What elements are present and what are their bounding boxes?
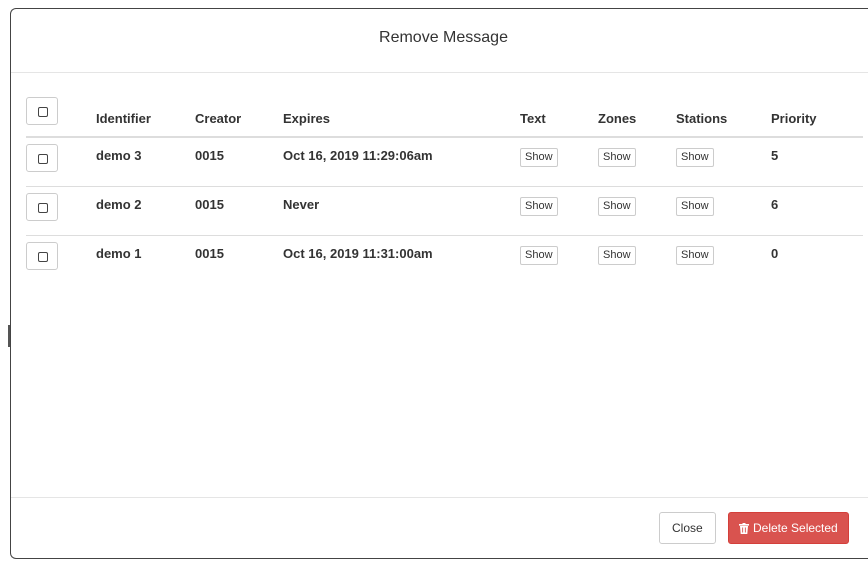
row-select-cell: [26, 186, 96, 236]
close-button[interactable]: Close: [659, 512, 716, 544]
select-all-checkbox[interactable]: [26, 97, 58, 125]
header-select-cell: [26, 91, 96, 138]
cell-priority: 5: [771, 137, 863, 187]
table-row: demo 2 0015 Never Show Show Show 6: [26, 186, 863, 236]
row-checkbox[interactable]: [26, 144, 58, 172]
column-header-zones[interactable]: Zones: [598, 91, 676, 138]
cell-zones: Show: [598, 186, 676, 236]
modal-title: Remove Message: [379, 28, 508, 46]
show-stations-button[interactable]: Show: [676, 196, 714, 216]
cell-identifier: demo 1: [96, 245, 142, 261]
column-header-identifier[interactable]: Identifier: [96, 91, 195, 138]
cell-zones: Show: [598, 235, 676, 284]
row-select-cell: [26, 235, 96, 284]
column-header-stations[interactable]: Stations: [676, 91, 771, 138]
show-zones-button[interactable]: Show: [598, 148, 636, 167]
cell-zones: Show: [598, 137, 676, 187]
cell-identifier: demo 2: [96, 186, 195, 236]
cell-priority: 6: [771, 186, 863, 236]
checkbox-icon: [38, 107, 48, 117]
modal-body: Identifier Creator Expires Text Zones St…: [11, 73, 868, 497]
cell-text: Show: [520, 186, 598, 236]
cell-stations: Show: [676, 137, 771, 187]
cell-priority: 0: [771, 245, 779, 261]
column-header-expires[interactable]: Expires: [283, 91, 520, 138]
show-text-button[interactable]: Show: [520, 196, 558, 216]
row-select-cell: [26, 137, 96, 187]
cell-identifier: demo 3: [96, 137, 195, 187]
table-header-row: Identifier Creator Expires Text Zones St…: [26, 91, 863, 138]
messages-table: Identifier Creator Expires Text Zones St…: [26, 91, 863, 284]
cell-stations: Show: [676, 235, 771, 284]
remove-message-modal: Remove Message Identifier Creator Expire…: [10, 8, 868, 559]
checkbox-icon: [38, 251, 48, 262]
cell-creator: 0015: [195, 137, 283, 187]
cell-expires: Oct 16, 2019 11:31:00am: [283, 245, 433, 261]
show-zones-button[interactable]: Show: [598, 245, 636, 265]
show-stations-button[interactable]: Show: [676, 245, 714, 265]
modal-footer: Close Delete Selected: [11, 497, 868, 559]
cell-text: Show: [520, 137, 598, 187]
cell-creator: 0015: [195, 245, 224, 261]
column-header-priority[interactable]: Priority: [771, 91, 863, 138]
cell-expires: Never: [283, 186, 520, 236]
table-row: demo 1 0015 Oct 16, 2019 11:31:00am Show…: [26, 235, 863, 284]
show-text-button[interactable]: Show: [520, 148, 558, 167]
modal-header: Remove Message: [11, 9, 868, 73]
show-zones-button[interactable]: Show: [598, 196, 636, 216]
table-row: demo 3 0015 Oct 16, 2019 11:29:06am Show…: [26, 137, 863, 187]
checkbox-icon: [38, 154, 48, 164]
checkbox-icon: [38, 202, 48, 213]
show-stations-button[interactable]: Show: [676, 148, 714, 167]
column-header-text[interactable]: Text: [520, 91, 598, 138]
row-checkbox[interactable]: [26, 192, 58, 221]
cell-stations: Show: [676, 186, 771, 236]
row-checkbox[interactable]: [26, 241, 58, 270]
cell-text: Show: [520, 235, 598, 284]
delete-selected-label: Delete Selected: [753, 521, 838, 535]
trash-icon: [739, 522, 749, 534]
delete-selected-button[interactable]: Delete Selected: [728, 512, 849, 544]
column-header-creator[interactable]: Creator: [195, 91, 283, 138]
show-text-button[interactable]: Show: [520, 245, 558, 265]
cell-expires: Oct 16, 2019 11:29:06am: [283, 137, 520, 187]
cell-creator: 0015: [195, 186, 283, 236]
